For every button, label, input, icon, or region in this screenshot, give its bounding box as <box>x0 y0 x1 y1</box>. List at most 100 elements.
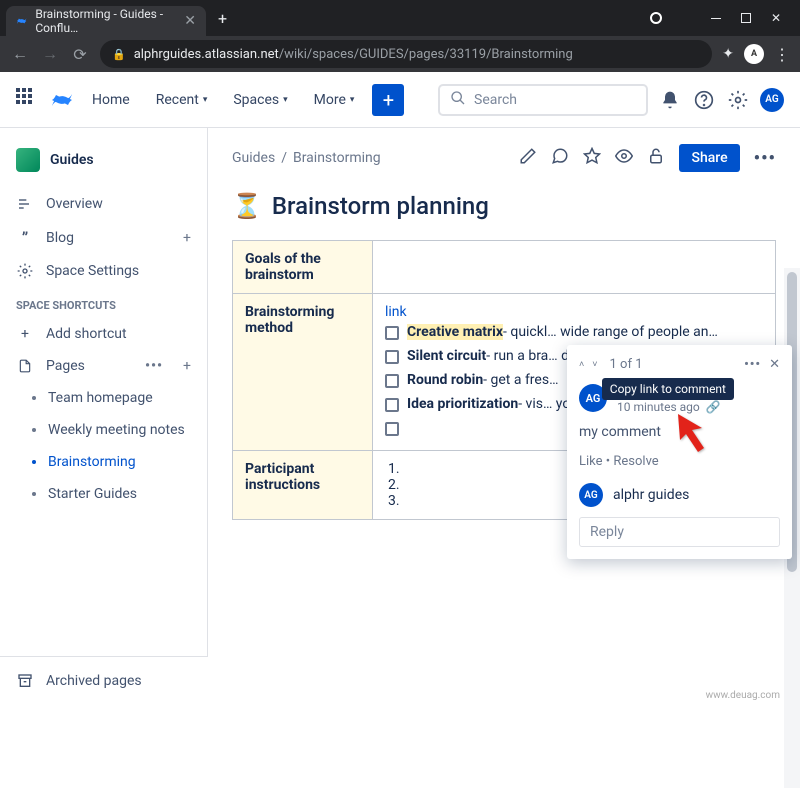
recording-icon <box>650 12 662 24</box>
tree-team-homepage[interactable]: Team homepage <box>8 382 199 414</box>
page-more-icon[interactable]: ••• <box>754 148 776 169</box>
comment-more-icon[interactable]: ••• <box>744 357 761 372</box>
blog-icon: ” <box>16 228 34 247</box>
restrictions-icon[interactable] <box>647 147 665 169</box>
edit-icon[interactable] <box>519 147 537 169</box>
plus-icon: + <box>16 326 34 342</box>
app-switcher-icon[interactable] <box>16 88 40 112</box>
tree-weekly[interactable]: Weekly meeting notes <box>8 414 199 446</box>
chevron-down-icon: ▾ <box>283 95 288 105</box>
create-button[interactable]: + <box>372 84 404 116</box>
page-title: ⏳ Brainstorm planning <box>232 192 776 220</box>
next-comment-icon[interactable]: ˅ <box>592 359 597 370</box>
tree-brainstorming[interactable]: Brainstorming <box>8 446 199 478</box>
share-button[interactable]: Share <box>679 144 739 172</box>
sidebar-add-shortcut[interactable]: +Add shortcut <box>8 318 199 350</box>
forward-button[interactable]: → <box>40 44 60 64</box>
tree-starter[interactable]: Starter Guides <box>8 478 199 510</box>
checkbox-icon[interactable] <box>385 398 399 412</box>
breadcrumb: Guides / Brainstorming <box>232 150 381 166</box>
watermark: www.deuag.com <box>706 690 780 701</box>
breadcrumb-space[interactable]: Guides <box>232 150 275 166</box>
browser-toolbar: ← → ⟳ 🔒 alphrguides.atlassian.net/wiki/s… <box>0 36 800 72</box>
checkbox-icon[interactable] <box>385 422 399 436</box>
extensions-icon[interactable]: ✦ <box>722 46 734 62</box>
chevron-down-icon: ▾ <box>350 95 355 105</box>
copy-link-tooltip: Copy link to comment <box>602 378 734 400</box>
bullet-icon <box>32 396 36 400</box>
settings-icon[interactable] <box>726 90 750 110</box>
sidebar-archived[interactable]: Archived pages <box>8 665 200 697</box>
new-tab-button[interactable]: + <box>218 9 227 28</box>
watch-icon[interactable] <box>615 147 633 169</box>
lock-icon: 🔒 <box>112 48 126 61</box>
overview-icon <box>16 196 34 212</box>
method-link[interactable]: link <box>385 304 407 320</box>
bullet-icon <box>32 492 36 496</box>
pages-more-icon[interactable]: ••• <box>145 358 163 374</box>
participant-header: Participant instructions <box>233 451 373 520</box>
breadcrumb-page[interactable]: Brainstorming <box>293 150 381 166</box>
close-icon[interactable]: ✕ <box>769 357 780 372</box>
user-avatar[interactable]: AG <box>760 88 784 112</box>
star-icon[interactable] <box>583 147 601 169</box>
space-header[interactable]: Guides <box>8 144 199 188</box>
nav-recent[interactable]: Recent ▾ <box>148 86 216 114</box>
search-placeholder: Search <box>474 92 517 108</box>
prev-comment-icon[interactable]: ˄ <box>579 359 584 370</box>
page-icon <box>16 358 34 374</box>
window-minimize-button[interactable] <box>710 12 722 24</box>
checkbox-icon[interactable] <box>385 326 399 340</box>
url-text: alphrguides.atlassian.net/wiki/spaces/GU… <box>134 47 573 62</box>
help-icon[interactable] <box>692 90 716 110</box>
comment-icon[interactable] <box>551 147 569 169</box>
checkbox-icon[interactable] <box>385 350 399 364</box>
confluence-logo-icon[interactable] <box>50 88 74 112</box>
profile-avatar[interactable]: A <box>744 44 764 64</box>
add-page-icon[interactable]: + <box>183 358 191 374</box>
sidebar-shortcuts-heading: SPACE SHORTCUTS <box>8 287 199 318</box>
like-button[interactable]: Like <box>579 454 603 469</box>
resolve-button[interactable]: Resolve <box>613 454 658 469</box>
method-header: Brainstorming method <box>233 294 373 451</box>
archive-icon <box>16 673 34 689</box>
nav-spaces[interactable]: Spaces ▾ <box>225 86 295 114</box>
reply-user: alphr guides <box>613 487 689 503</box>
notifications-icon[interactable] <box>658 90 682 110</box>
checkbox-icon[interactable] <box>385 374 399 388</box>
sidebar-overview[interactable]: Overview <box>8 188 199 220</box>
address-bar[interactable]: 🔒 alphrguides.atlassian.net/wiki/spaces/… <box>100 40 712 68</box>
tab-title: Brainstorming - Guides - Conflu… <box>35 7 176 35</box>
search-icon <box>450 90 466 110</box>
space-icon <box>16 148 40 172</box>
page-actions: Share ••• <box>519 144 776 172</box>
chevron-down-icon: ▾ <box>203 95 208 105</box>
browser-titlebar: Brainstorming - Guides - Conflu… ✕ + <box>0 0 800 36</box>
search-input[interactable]: Search <box>438 84 648 116</box>
sidebar: Guides Overview ”Blog+ Space Settings SP… <box>0 128 208 705</box>
reply-avatar: AG <box>579 483 603 507</box>
confluence-favicon-icon <box>16 14 27 28</box>
hourglass-icon: ⏳ <box>232 192 262 220</box>
browser-tab[interactable]: Brainstorming - Guides - Conflu… ✕ <box>6 6 206 36</box>
nav-more[interactable]: More ▾ <box>306 86 363 114</box>
back-button[interactable]: ← <box>10 44 30 64</box>
bullet-icon <box>32 460 36 464</box>
checklist-item[interactable]: Creative matrix- quickl… wide range of p… <box>385 320 763 344</box>
browser-menu-icon[interactable]: ⋮ <box>774 45 790 64</box>
comment-count: 1 of 1 <box>610 357 643 372</box>
space-name: Guides <box>50 152 94 168</box>
tab-close-icon[interactable]: ✕ <box>184 13 196 29</box>
sidebar-space-settings[interactable]: Space Settings <box>8 255 199 287</box>
reply-input[interactable]: Reply <box>579 517 780 547</box>
add-blog-icon[interactable]: + <box>183 230 191 246</box>
gear-icon <box>16 263 34 279</box>
nav-home[interactable]: Home <box>84 86 138 114</box>
goals-cell[interactable] <box>373 241 776 294</box>
reload-button[interactable]: ⟳ <box>70 45 90 64</box>
sidebar-blog[interactable]: ”Blog+ <box>8 220 199 255</box>
window-maximize-button[interactable] <box>740 12 752 24</box>
app-topnav: Home Recent ▾ Spaces ▾ More ▾ + Search A… <box>0 72 800 128</box>
sidebar-pages[interactable]: Pages•••+ <box>8 350 199 382</box>
window-close-button[interactable] <box>770 12 782 24</box>
